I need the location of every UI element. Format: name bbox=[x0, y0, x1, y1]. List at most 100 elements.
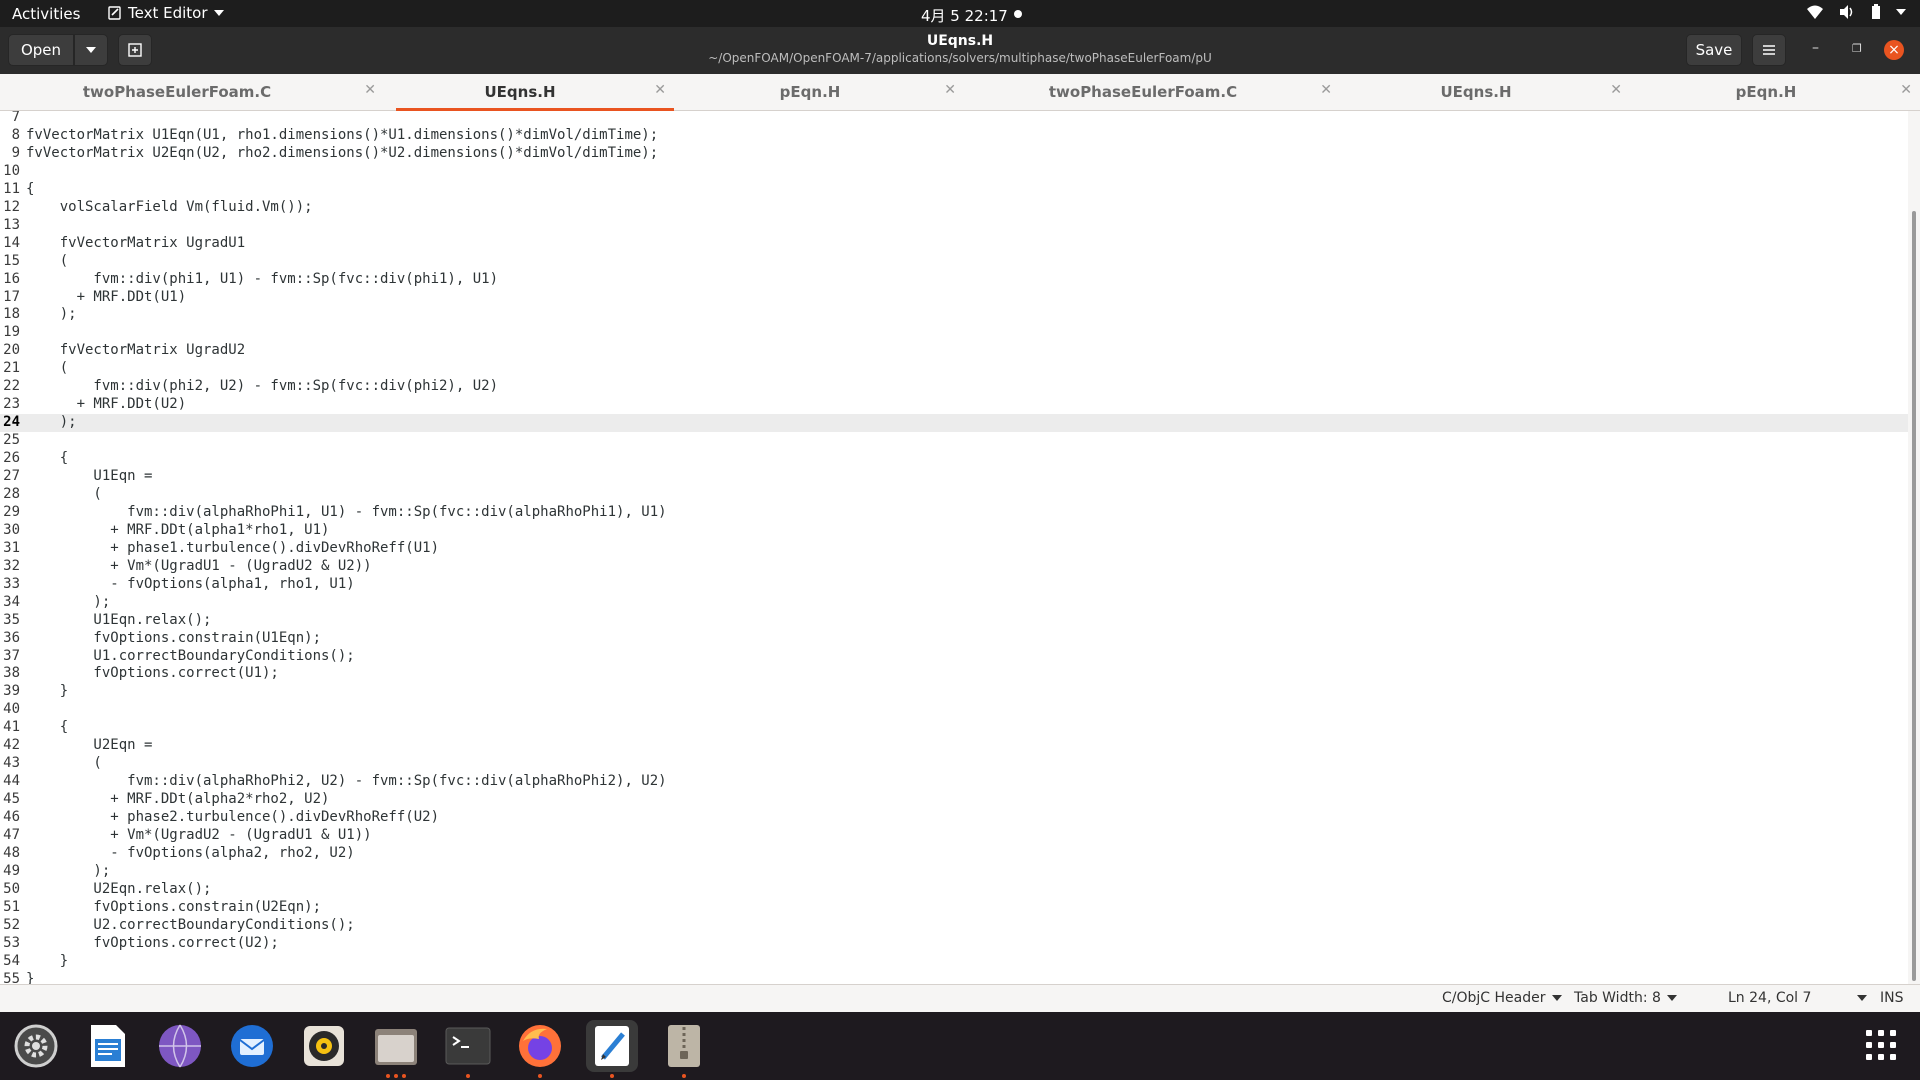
tab-twophaseeulerfoam-c-2[interactable]: twoPhaseEulerFoam.C ✕ bbox=[976, 74, 1340, 110]
tab-twophaseeulerfoam-c[interactable]: twoPhaseEulerFoam.C ✕ bbox=[0, 74, 384, 110]
code-line[interactable]: fvVectorMatrix U2Eqn(U2, rho2.dimensions… bbox=[26, 145, 658, 161]
code-line[interactable]: + Vm*(UgradU2 - (UgradU1 & U1)) bbox=[26, 827, 371, 843]
code-line[interactable]: fvOptions.constrain(U2Eqn); bbox=[26, 899, 321, 915]
dock-archive-manager[interactable] bbox=[658, 1020, 710, 1078]
minimize-button[interactable]: – bbox=[1812, 40, 1819, 56]
clock[interactable]: 4月 5 22:17 bbox=[921, 5, 1008, 26]
line-number: 28 bbox=[3, 485, 20, 502]
line-number: 40 bbox=[3, 701, 20, 718]
code-line[interactable]: U2.correctBoundaryConditions(); bbox=[26, 917, 354, 933]
line-number: 54 bbox=[3, 952, 20, 969]
hamburger-menu-button[interactable] bbox=[1752, 34, 1786, 66]
tab-label: pEqn.H bbox=[779, 83, 841, 101]
code-line[interactable]: U1Eqn = bbox=[26, 468, 152, 484]
battery-icon bbox=[1872, 4, 1880, 19]
dock-settings[interactable] bbox=[10, 1020, 62, 1072]
code-line[interactable]: fvOptions.correct(U2); bbox=[26, 935, 278, 951]
code-line[interactable]: ( bbox=[26, 253, 68, 269]
activities-button[interactable]: Activities bbox=[12, 5, 80, 23]
code-line[interactable]: fvm::div(alphaRhoPhi2, U2) - fvm::Sp(fvc… bbox=[26, 773, 666, 789]
code-line[interactable]: + phase2.turbulence().divDevRhoReff(U2) bbox=[26, 809, 439, 825]
save-button[interactable]: Save bbox=[1686, 34, 1742, 66]
insert-mode[interactable]: INS bbox=[1880, 990, 1904, 1006]
dock-files[interactable] bbox=[370, 1020, 422, 1078]
close-tab-icon[interactable]: ✕ bbox=[1320, 82, 1332, 98]
line-number: 55 bbox=[3, 970, 20, 984]
line-number: 17 bbox=[3, 288, 20, 305]
close-tab-icon[interactable]: ✕ bbox=[944, 82, 956, 98]
code-line[interactable]: fvVectorMatrix UgradU1 bbox=[26, 235, 245, 251]
code-line[interactable]: U2Eqn = bbox=[26, 737, 152, 753]
close-tab-icon[interactable]: ✕ bbox=[1610, 82, 1622, 98]
code-line[interactable]: ); bbox=[26, 414, 77, 430]
wifi-icon bbox=[1807, 5, 1823, 19]
code-line[interactable]: fvVectorMatrix U1Eqn(U1, rho1.dimensions… bbox=[26, 127, 658, 143]
close-tab-icon[interactable]: ✕ bbox=[654, 82, 666, 98]
code-line[interactable]: { bbox=[26, 450, 68, 466]
tab-ueqns-h-2[interactable]: UEqns.H ✕ bbox=[1352, 74, 1630, 110]
app-menu[interactable]: Text Editor bbox=[108, 4, 224, 22]
code-line[interactable]: volScalarField Vm(fluid.Vm()); bbox=[26, 199, 313, 215]
tab-width-selector[interactable]: Tab Width: 8 bbox=[1574, 990, 1677, 1006]
code-line[interactable]: fvm::div(phi2, U2) - fvm::Sp(fvc::div(ph… bbox=[26, 378, 498, 394]
chevron-down-icon bbox=[1896, 9, 1906, 15]
line-number: 22 bbox=[3, 378, 20, 395]
code-line[interactable]: { bbox=[26, 719, 68, 735]
code-line[interactable]: - fvOptions(alpha1, rho1, U1) bbox=[26, 576, 354, 592]
tab-ueqns-h[interactable]: UEqns.H ✕ bbox=[396, 74, 674, 111]
maximize-button[interactable]: ❐ bbox=[1852, 42, 1862, 55]
code-line[interactable]: fvm::div(alphaRhoPhi1, U1) - fvm::Sp(fvc… bbox=[26, 504, 666, 520]
code-line[interactable]: } bbox=[26, 971, 34, 984]
code-line[interactable]: + Vm*(UgradU1 - (UgradU2 & U2)) bbox=[26, 558, 371, 574]
language-selector[interactable]: C/ObjC Header bbox=[1442, 990, 1562, 1006]
code-line[interactable]: + MRF.DDt(U2) bbox=[26, 396, 187, 412]
code-line[interactable]: ); bbox=[26, 863, 110, 879]
tab-peqn-h-2[interactable]: pEqn.H ✕ bbox=[1642, 74, 1920, 110]
line-number: 48 bbox=[3, 844, 20, 861]
cursor-position-selector[interactable]: Ln 24, Col 7 bbox=[1728, 990, 1868, 1006]
code-line[interactable]: + phase1.turbulence().divDevRhoReff(U1) bbox=[26, 540, 439, 556]
code-line[interactable]: ( bbox=[26, 755, 101, 771]
code-line[interactable]: - fvOptions(alpha2, rho2, U2) bbox=[26, 845, 354, 861]
tab-peqn-h[interactable]: pEqn.H ✕ bbox=[686, 74, 964, 110]
dock-terminal[interactable] bbox=[442, 1020, 494, 1078]
code-line[interactable]: { bbox=[26, 181, 34, 197]
dock-text-editor[interactable] bbox=[586, 1020, 638, 1078]
code-line[interactable]: fvOptions.correct(U1); bbox=[26, 665, 278, 681]
system-tray[interactable] bbox=[1806, 4, 1906, 20]
dock-writer[interactable] bbox=[82, 1020, 134, 1072]
code-line[interactable]: U1.correctBoundaryConditions(); bbox=[26, 648, 354, 664]
code-line[interactable]: + MRF.DDt(U1) bbox=[26, 289, 187, 305]
code-line[interactable]: U1Eqn.relax(); bbox=[26, 612, 211, 628]
code-line[interactable]: } bbox=[26, 683, 68, 699]
volume-icon bbox=[1840, 5, 1853, 19]
scrollbar-thumb[interactable] bbox=[1912, 211, 1916, 981]
vertical-scrollbar[interactable] bbox=[1908, 111, 1920, 984]
code-line[interactable]: ); bbox=[26, 306, 77, 322]
code-line[interactable]: fvm::div(phi1, U1) - fvm::Sp(fvc::div(ph… bbox=[26, 271, 498, 287]
code-line[interactable]: fvVectorMatrix UgradU2 bbox=[26, 342, 245, 358]
firefox-icon bbox=[519, 1025, 561, 1067]
running-indicator bbox=[386, 1074, 390, 1078]
dock-rhythmbox[interactable] bbox=[298, 1020, 350, 1072]
line-number: 41 bbox=[3, 719, 20, 736]
line-number: 39 bbox=[3, 683, 20, 700]
code-line[interactable]: ); bbox=[26, 594, 110, 610]
code-line[interactable]: fvOptions.constrain(U1Eqn); bbox=[26, 630, 321, 646]
code-line[interactable]: } bbox=[26, 953, 68, 969]
close-tab-icon[interactable]: ✕ bbox=[1900, 82, 1912, 98]
dock-thunderbird[interactable] bbox=[226, 1020, 278, 1072]
dock-browser[interactable] bbox=[154, 1020, 206, 1072]
dock-firefox[interactable] bbox=[514, 1020, 566, 1078]
line-number: 10 bbox=[3, 162, 20, 179]
code-line[interactable]: U2Eqn.relax(); bbox=[26, 881, 211, 897]
code-line[interactable]: + MRF.DDt(alpha2*rho2, U2) bbox=[26, 791, 329, 807]
code-line[interactable]: ( bbox=[26, 360, 68, 376]
line-number: 33 bbox=[3, 575, 20, 592]
code-line[interactable]: + MRF.DDt(alpha1*rho1, U1) bbox=[26, 522, 329, 538]
close-tab-icon[interactable]: ✕ bbox=[364, 82, 376, 98]
close-window-button[interactable]: × bbox=[1884, 40, 1904, 60]
code-line[interactable]: ( bbox=[26, 486, 101, 502]
show-applications-grid-icon[interactable] bbox=[1866, 1030, 1898, 1062]
code-editor[interactable]: 7 8 9 10 11 12 13 14 15 16 17 18 19 20 21 22 23 24 25 26 27 2… bbox=[0, 111, 1908, 984]
